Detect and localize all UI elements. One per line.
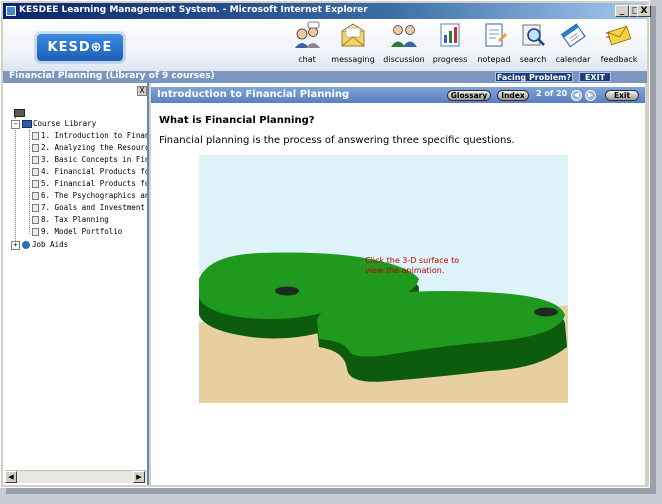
computer-icon bbox=[14, 109, 25, 117]
search-icon bbox=[522, 24, 545, 46]
document-icon bbox=[32, 204, 39, 212]
animation-scene[interactable]: Click the 3-D surface to view the animat… bbox=[199, 155, 568, 403]
tree-horizontal-scrollbar[interactable]: ◀ ▶ bbox=[5, 470, 147, 483]
document-icon bbox=[32, 156, 39, 164]
toolbar-feedback[interactable]: feedback bbox=[599, 21, 639, 64]
course-exit-button[interactable]: EXIT bbox=[579, 72, 611, 82]
collapse-toggle[interactable]: − bbox=[11, 119, 20, 129]
question-heading: What is Financial Planning? bbox=[159, 115, 315, 126]
toolbar-label: chat bbox=[298, 55, 316, 64]
document-icon bbox=[32, 228, 39, 236]
tree-item-course[interactable]: 9. Model Portfolio bbox=[32, 226, 122, 237]
lesson-header: Introduction to Financial Planning Gloss… bbox=[151, 87, 645, 103]
minimize-button[interactable]: _ bbox=[615, 5, 629, 17]
scroll-right-button[interactable]: ▶ bbox=[133, 471, 145, 483]
toolbar-label: search bbox=[519, 55, 547, 64]
document-icon bbox=[32, 168, 39, 176]
browser-window: KESDEE Learning Management System. - Mic… bbox=[0, 0, 651, 488]
tree-item-course[interactable]: 7. Goals and Investment C bbox=[32, 202, 147, 213]
toolbar-progress[interactable]: progress bbox=[431, 21, 469, 64]
tree-item-course[interactable]: 1. Introduction to Financia bbox=[32, 130, 147, 141]
animation-hint: Click the 3-D surface to view the animat… bbox=[365, 256, 460, 275]
toolbar-label: discussion bbox=[383, 55, 425, 64]
document-icon bbox=[32, 180, 39, 188]
progress-chart-icon bbox=[440, 23, 460, 47]
facing-problem-button[interactable]: Facing Problem? bbox=[495, 72, 573, 82]
course-tree: −Course Library 1. Introduction to Finan… bbox=[3, 83, 147, 463]
toolbar-label: messaging bbox=[331, 55, 375, 64]
toolbar-label: calendar bbox=[555, 55, 591, 64]
close-window-button[interactable]: X bbox=[637, 5, 651, 17]
chat-icon bbox=[295, 21, 320, 48]
glossary-button[interactable]: Glossary bbox=[447, 90, 491, 101]
notepad-icon bbox=[485, 23, 507, 47]
calendar-icon bbox=[560, 23, 586, 48]
scroll-left-button[interactable]: ◀ bbox=[5, 471, 17, 483]
page-counter: 2 of 20 bbox=[536, 89, 568, 98]
3d-surface-illustration[interactable] bbox=[199, 155, 568, 403]
globe-icon bbox=[22, 241, 30, 249]
toolbar-search[interactable]: search bbox=[517, 21, 549, 64]
tree-item-course[interactable]: 3. Basic Concepts in Finan bbox=[32, 154, 147, 165]
lesson-content: Introduction to Financial Planning Gloss… bbox=[151, 83, 645, 485]
tree-item-course[interactable]: 8. Tax Planning bbox=[32, 214, 109, 225]
toolbar-label: progress bbox=[432, 55, 468, 64]
expand-toggle[interactable]: + bbox=[11, 240, 20, 250]
document-icon bbox=[32, 132, 39, 140]
tree-node-course-library[interactable]: − Course Library bbox=[11, 118, 96, 129]
tree-item-course[interactable]: 6. The Psychographics anc bbox=[32, 190, 147, 201]
index-button[interactable]: Index bbox=[497, 90, 529, 101]
toolbar-discussion[interactable]: discussion bbox=[382, 21, 426, 64]
toolbar-label: feedback bbox=[600, 55, 638, 64]
next-page-button[interactable]: ▶ bbox=[585, 90, 596, 101]
envelope-icon bbox=[606, 25, 632, 46]
toolbar-calendar[interactable]: calendar bbox=[555, 21, 591, 64]
envelope-open-icon bbox=[341, 23, 365, 47]
document-icon bbox=[32, 144, 39, 152]
tree-item-course[interactable]: 5. Financial Products for Ir bbox=[32, 178, 147, 189]
people-icon bbox=[391, 25, 417, 47]
lesson-body-text: Financial planning is the process of ans… bbox=[159, 135, 515, 146]
tree-node-job-aids[interactable]: + Job Aids bbox=[11, 239, 68, 250]
toolbar-label: notepad bbox=[477, 55, 511, 64]
book-icon bbox=[22, 120, 32, 128]
lesson-title: Introduction to Financial Planning bbox=[157, 89, 350, 100]
document-icon bbox=[32, 216, 39, 224]
toolbar-messaging[interactable]: messaging bbox=[331, 21, 375, 64]
kesdee-logo: KESD⊕E bbox=[37, 34, 123, 61]
window-title: KESDEE Learning Management System. - Mic… bbox=[19, 5, 368, 15]
title-bar: KESDEE Learning Management System. - Mic… bbox=[3, 3, 647, 19]
tree-item-course[interactable]: 2. Analyzing the Resource bbox=[32, 142, 147, 153]
lesson-exit-button[interactable]: Exit bbox=[605, 90, 639, 101]
toolbar-notepad[interactable]: notepad bbox=[476, 21, 512, 64]
ie-app-icon bbox=[6, 6, 16, 16]
main-toolbar: KESD⊕E chat messaging discussion progres… bbox=[3, 19, 647, 71]
course-tree-pane: X − Course Library 1. Introduction to Fin… bbox=[3, 83, 149, 485]
tree-item-course[interactable]: 4. Financial Products for S bbox=[32, 166, 147, 177]
course-library-title: Financial Planning (Library of 9 courses… bbox=[9, 71, 215, 81]
previous-page-button[interactable]: ◀ bbox=[571, 90, 582, 101]
document-icon bbox=[32, 192, 39, 200]
course-bar: Financial Planning (Library of 9 courses… bbox=[3, 71, 647, 83]
toolbar-chat[interactable]: chat bbox=[290, 21, 324, 64]
